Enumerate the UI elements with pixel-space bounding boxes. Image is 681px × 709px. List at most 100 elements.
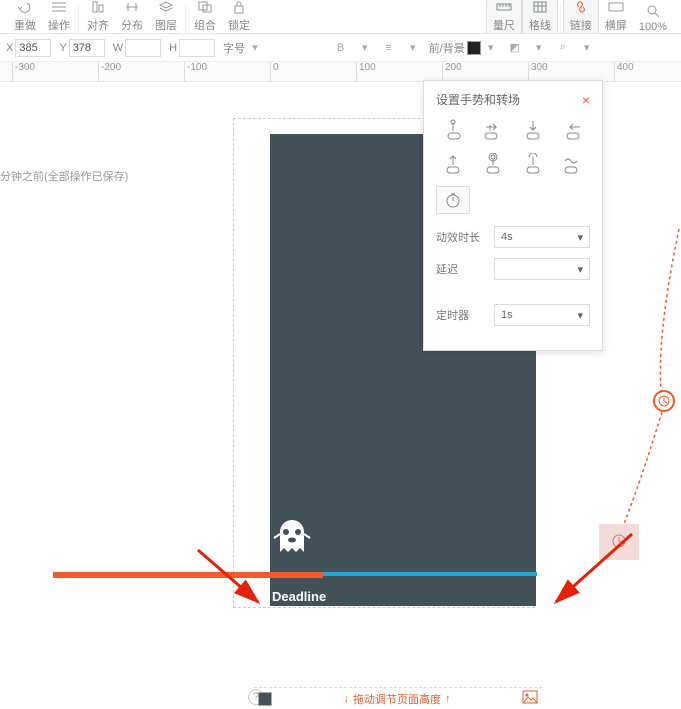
ruler-tick: -300 xyxy=(12,62,35,82)
align-icon xyxy=(89,0,107,15)
timer-select[interactable]: 1s ▾ xyxy=(494,304,590,326)
align-group[interactable]: 对齐 xyxy=(81,0,115,33)
grid-label: 格线 xyxy=(529,17,551,33)
ruler-tick: -100 xyxy=(184,62,207,82)
gesture-shake[interactable] xyxy=(556,150,590,178)
timer-label: 定时器 xyxy=(436,307,484,323)
x-field[interactable]: X xyxy=(6,39,51,57)
landscape-label: 横屏 xyxy=(605,17,627,33)
gesture-swipe-left[interactable] xyxy=(556,116,590,144)
height-drag-hint[interactable]: ↓ 拖动调节页面高度 ↑ xyxy=(344,691,451,707)
ruler-tick: 0 xyxy=(270,62,279,82)
delay-row: 延迟 ▾ xyxy=(436,258,590,280)
timer-value: 1s xyxy=(501,309,513,321)
timer-gesture-button[interactable] xyxy=(436,186,470,214)
grid-group[interactable]: 格线 xyxy=(522,0,558,33)
fgbg-field[interactable]: 前/背景 ▾ xyxy=(429,40,499,56)
chevron-down-icon: ▾ xyxy=(247,40,263,56)
autosave-note: 分钟之前(全部操作已保存) xyxy=(0,168,128,184)
horizontal-ruler: -300 -200 -100 0 100 200 300 400 xyxy=(0,62,681,82)
link-icon xyxy=(572,0,590,15)
actions-group[interactable]: 操作 xyxy=(42,0,76,33)
y-label: Y xyxy=(59,42,66,54)
layer-icon xyxy=(157,0,175,15)
zoom-group[interactable]: 100% xyxy=(633,0,673,33)
ruler-group[interactable]: 量尺 xyxy=(486,0,522,33)
fgbg-label: 前/背景 xyxy=(429,40,465,56)
h-field[interactable]: H xyxy=(169,39,215,57)
h-label: H xyxy=(169,42,177,54)
link-group[interactable]: 链接 xyxy=(563,0,599,33)
linked-page-thumb[interactable] xyxy=(599,524,639,560)
duration-row: 动效时长 4s ▾ xyxy=(436,226,590,248)
group-group[interactable]: 组合 xyxy=(188,0,222,33)
group-icon xyxy=(196,0,214,15)
align-text-icon[interactable]: ≡ xyxy=(381,40,397,56)
chevron-down-icon: ▾ xyxy=(531,40,547,56)
gesture-grid xyxy=(436,116,590,178)
search-mini-icon[interactable]: ⌕ xyxy=(555,40,571,56)
delay-label: 延迟 xyxy=(436,261,484,277)
lock-group[interactable]: 锁定 xyxy=(222,0,256,33)
bg-swatch[interactable] xyxy=(258,692,272,706)
main-toolbar: 重做 操作 对齐 分布 图层 组合 锁定 量尺 格线 链接 横屏 xyxy=(0,0,681,34)
dist-icon xyxy=(123,0,141,15)
timer-row: 定时器 1s ▾ xyxy=(436,304,590,326)
ruler-tick: 300 xyxy=(528,62,548,82)
duration-select[interactable]: 4s ▾ xyxy=(494,226,590,248)
footer-hint-text: 拖动调节页面高度 xyxy=(353,691,441,707)
timeline-played-bar[interactable] xyxy=(53,572,323,578)
gesture-double-tap[interactable] xyxy=(476,150,510,178)
chevron-down-icon: ▾ xyxy=(579,40,595,56)
gesture-swipe-up[interactable] xyxy=(436,150,470,178)
chevron-down-icon: ▾ xyxy=(577,231,583,244)
chevron-down-icon: ▾ xyxy=(405,40,421,56)
font-field[interactable]: 字号▾ xyxy=(223,40,263,56)
close-icon[interactable]: × xyxy=(582,92,590,108)
undo-group[interactable]: 重做 xyxy=(8,0,42,33)
w-field[interactable]: W xyxy=(113,39,161,57)
duration-value: 4s xyxy=(501,231,513,243)
link-timer-node[interactable] xyxy=(653,390,675,412)
property-bar: X Y W H 字号▾ B ▾ ≡ ▾ 前/背景 ▾ ◩ ▾ ⌕ ▾ xyxy=(0,34,681,62)
ruler-tick: -200 xyxy=(98,62,121,82)
ruler-tick: 400 xyxy=(614,62,634,82)
image-icon[interactable] xyxy=(522,690,538,707)
group-label: 组合 xyxy=(194,17,216,33)
gesture-swipe-right[interactable] xyxy=(476,116,510,144)
lock-label: 锁定 xyxy=(228,17,250,33)
clock-icon xyxy=(611,533,627,552)
w-label: W xyxy=(113,42,123,54)
y-input[interactable] xyxy=(69,39,105,57)
w-input[interactable] xyxy=(125,39,161,57)
undo-icon xyxy=(16,0,34,15)
gesture-swipe-down[interactable] xyxy=(516,116,550,144)
x-input[interactable] xyxy=(15,39,51,57)
arrow-down-icon: ↓ xyxy=(344,693,350,705)
grid-icon xyxy=(531,0,549,15)
chevron-down-icon: ▾ xyxy=(357,40,373,56)
gesture-long-press[interactable] xyxy=(516,150,550,178)
landscape-icon xyxy=(607,0,625,15)
bold-icon[interactable]: B xyxy=(333,40,349,56)
delay-select[interactable]: ▾ xyxy=(494,258,590,280)
h-input[interactable] xyxy=(179,39,215,57)
ghost-icon xyxy=(272,516,312,559)
color-swatch[interactable] xyxy=(467,41,481,55)
timeline-remaining-bar[interactable] xyxy=(323,572,537,576)
gesture-popover: 设置手势和转场 × 动效时长 4s ▾ 延迟 ▾ 定时器 1s ▾ xyxy=(423,80,603,351)
layer-group[interactable]: 图层 xyxy=(149,0,183,33)
gesture-tap[interactable] xyxy=(436,116,470,144)
chevron-down-icon: ▾ xyxy=(483,40,499,56)
x-label: X xyxy=(6,42,13,54)
y-field[interactable]: Y xyxy=(59,39,104,57)
duration-label: 动效时长 xyxy=(436,229,484,245)
eyedrop-icon[interactable]: ◩ xyxy=(507,40,523,56)
undo-label: 重做 xyxy=(14,17,36,33)
ruler-tick: 100 xyxy=(356,62,376,82)
dist-group[interactable]: 分布 xyxy=(115,0,149,33)
landscape-group[interactable]: 横屏 xyxy=(599,0,633,33)
arrow-up-icon: ↑ xyxy=(445,693,451,705)
actions-label: 操作 xyxy=(48,17,70,33)
clock-icon xyxy=(445,192,461,208)
